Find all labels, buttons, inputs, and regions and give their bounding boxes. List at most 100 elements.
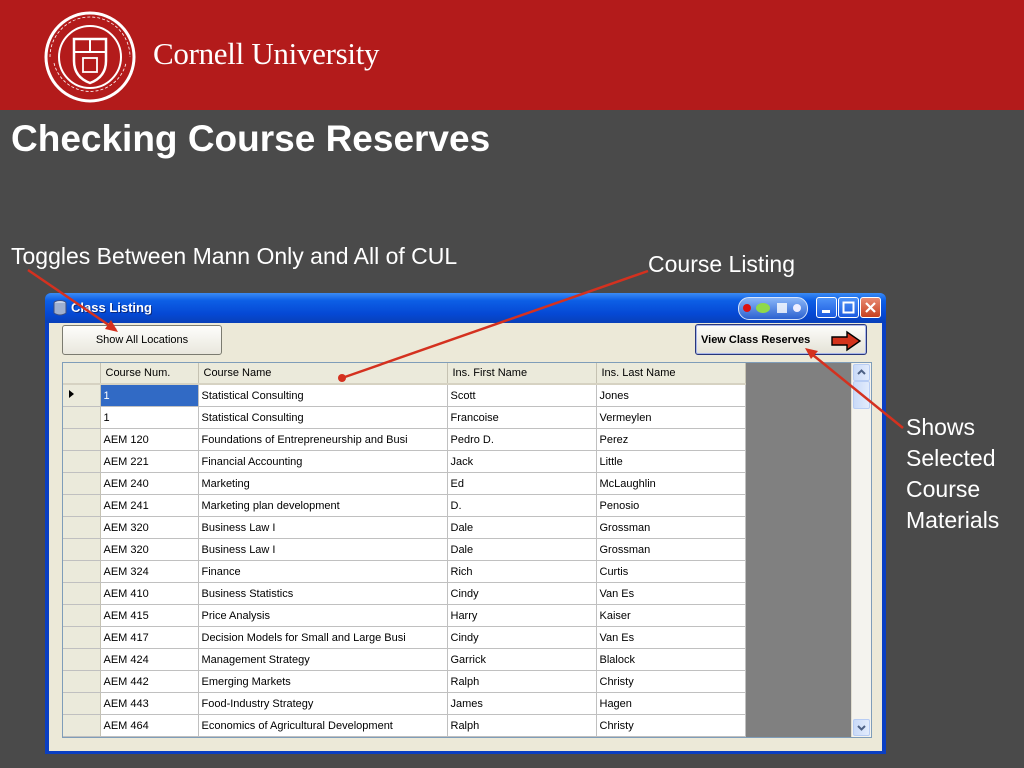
table-cell[interactable]: AEM 241 — [100, 494, 199, 517]
table-row[interactable]: AEM 410 Business Statistics Cindy Van Es — [63, 582, 746, 605]
table-cell[interactable]: Decision Models for Small and Large Busi — [198, 626, 448, 649]
table-cell[interactable]: Marketing plan development — [198, 494, 448, 517]
column-header[interactable]: Ins. Last Name — [596, 363, 746, 385]
table-cell[interactable]: Business Law I — [198, 538, 448, 561]
table-cell[interactable]: Dale — [447, 538, 597, 561]
table-cell[interactable]: McLaughlin — [596, 472, 746, 495]
table-cell[interactable]: Penosio — [596, 494, 746, 517]
table-row[interactable]: AEM 320 Business Law I Dale Grossman — [63, 538, 746, 561]
table-cell[interactable]: Van Es — [596, 582, 746, 605]
table-row[interactable]: AEM 424 Management Strategy Garrick Blalock — [63, 648, 746, 671]
row-header[interactable] — [63, 406, 101, 429]
row-header[interactable] — [63, 582, 101, 605]
vertical-scrollbar[interactable] — [851, 363, 871, 737]
row-header[interactable] — [63, 450, 101, 473]
table-cell[interactable]: Curtis — [596, 560, 746, 583]
table-cell[interactable]: AEM 240 — [100, 472, 199, 495]
table-cell[interactable]: Statistical Consulting — [198, 406, 448, 429]
table-cell[interactable]: James — [447, 692, 597, 715]
scroll-up-icon[interactable] — [853, 364, 870, 381]
table-cell[interactable]: Economics of Agricultural Development — [198, 714, 448, 737]
table-cell[interactable]: 1 — [100, 406, 199, 429]
table-cell[interactable]: Harry — [447, 604, 597, 627]
table-row[interactable]: AEM 443 Food-Industry Strategy James Hagen — [63, 692, 746, 715]
table-cell[interactable]: Grossman — [596, 516, 746, 539]
table-cell[interactable]: AEM 443 — [100, 692, 199, 715]
row-header[interactable] — [63, 472, 101, 495]
table-cell[interactable]: AEM 221 — [100, 450, 199, 473]
table-cell[interactable]: Scott — [447, 384, 597, 407]
table-cell[interactable]: Jones — [596, 384, 746, 407]
extra-controls[interactable] — [738, 297, 808, 320]
scroll-down-icon[interactable] — [853, 719, 870, 736]
table-cell[interactable]: Dale — [447, 516, 597, 539]
table-cell[interactable]: Little — [596, 450, 746, 473]
table-cell[interactable]: Rich — [447, 560, 597, 583]
table-row[interactable]: AEM 120 Foundations of Entrepreneurship a… — [63, 428, 746, 451]
table-cell[interactable]: Management Strategy — [198, 648, 448, 671]
table-cell[interactable]: Francoise — [447, 406, 597, 429]
row-header[interactable] — [63, 538, 101, 561]
row-header[interactable] — [63, 560, 101, 583]
table-cell[interactable]: 1 — [100, 384, 199, 407]
table-cell[interactable]: Foundations of Entrepreneurship and Busi — [198, 428, 448, 451]
table-row[interactable]: AEM 320 Business Law I Dale Grossman — [63, 516, 746, 539]
table-row[interactable]: AEM 241 Marketing plan development D. Penos… — [63, 494, 746, 517]
table-row[interactable]: AEM 464 Economics of Agricultural Develop… — [63, 714, 746, 737]
row-header[interactable] — [63, 626, 101, 649]
table-cell[interactable]: Emerging Markets — [198, 670, 448, 693]
table-row[interactable]: AEM 221 Financial Accounting Jack Little — [63, 450, 746, 473]
row-header[interactable] — [63, 670, 101, 693]
window-titlebar[interactable]: Class Listing — [45, 293, 886, 323]
close-icon[interactable] — [860, 297, 881, 318]
table-cell[interactable]: Financial Accounting — [198, 450, 448, 473]
table-row[interactable]: AEM 442 Emerging Markets Ralph Christy — [63, 670, 746, 693]
table-cell[interactable]: D. — [447, 494, 597, 517]
table-cell[interactable]: Van Es — [596, 626, 746, 649]
table-cell[interactable]: Christy — [596, 670, 746, 693]
table-cell[interactable]: Ralph — [447, 714, 597, 737]
row-header[interactable] — [63, 714, 101, 737]
table-cell[interactable]: Ralph — [447, 670, 597, 693]
table-cell[interactable]: AEM 324 — [100, 560, 199, 583]
maximize-icon[interactable] — [838, 297, 859, 318]
view-class-reserves-button[interactable]: View Class Reserves — [695, 324, 867, 355]
table-cell[interactable]: Cindy — [447, 582, 597, 605]
table-cell[interactable]: Jack — [447, 450, 597, 473]
table-cell[interactable]: Vermeylen — [596, 406, 746, 429]
scrollbar-thumb[interactable] — [853, 381, 870, 409]
column-header[interactable]: Ins. First Name — [447, 363, 597, 385]
table-cell[interactable]: Business Law I — [198, 516, 448, 539]
table-cell[interactable]: AEM 320 — [100, 516, 199, 539]
minimize-icon[interactable] — [816, 297, 837, 318]
row-header[interactable] — [63, 604, 101, 627]
table-cell[interactable]: AEM 464 — [100, 714, 199, 737]
table-cell[interactable]: AEM 415 — [100, 604, 199, 627]
table-cell[interactable]: AEM 320 — [100, 538, 199, 561]
table-cell[interactable]: Blalock — [596, 648, 746, 671]
table-cell[interactable]: Marketing — [198, 472, 448, 495]
table-cell[interactable]: Garrick — [447, 648, 597, 671]
table-cell[interactable]: Kaiser — [596, 604, 746, 627]
column-header[interactable]: Course Num. — [100, 363, 199, 385]
row-header[interactable] — [63, 648, 101, 671]
table-cell[interactable]: Statistical Consulting — [198, 384, 448, 407]
table-cell[interactable]: Food-Industry Strategy — [198, 692, 448, 715]
table-cell[interactable]: Christy — [596, 714, 746, 737]
table-row[interactable]: AEM 417 Decision Models for Small and Lar… — [63, 626, 746, 649]
table-cell[interactable]: AEM 424 — [100, 648, 199, 671]
row-header[interactable] — [63, 494, 101, 517]
table-cell[interactable]: Pedro D. — [447, 428, 597, 451]
table-cell[interactable]: Grossman — [596, 538, 746, 561]
show-all-locations-button[interactable]: Show All Locations — [62, 325, 222, 355]
table-cell[interactable]: Perez — [596, 428, 746, 451]
table-cell[interactable]: AEM 120 — [100, 428, 199, 451]
table-row[interactable]: AEM 240 Marketing Ed McLaughlin — [63, 472, 746, 495]
table-cell[interactable]: Price Analysis — [198, 604, 448, 627]
table-row[interactable]: 1 Statistical Consulting Francoise Vermeyle… — [63, 406, 746, 429]
table-row[interactable]: AEM 324 Finance Rich Curtis — [63, 560, 746, 583]
column-header[interactable]: Course Name — [198, 363, 448, 385]
row-header[interactable] — [63, 384, 101, 407]
row-header[interactable] — [63, 692, 101, 715]
table-cell[interactable]: AEM 410 — [100, 582, 199, 605]
